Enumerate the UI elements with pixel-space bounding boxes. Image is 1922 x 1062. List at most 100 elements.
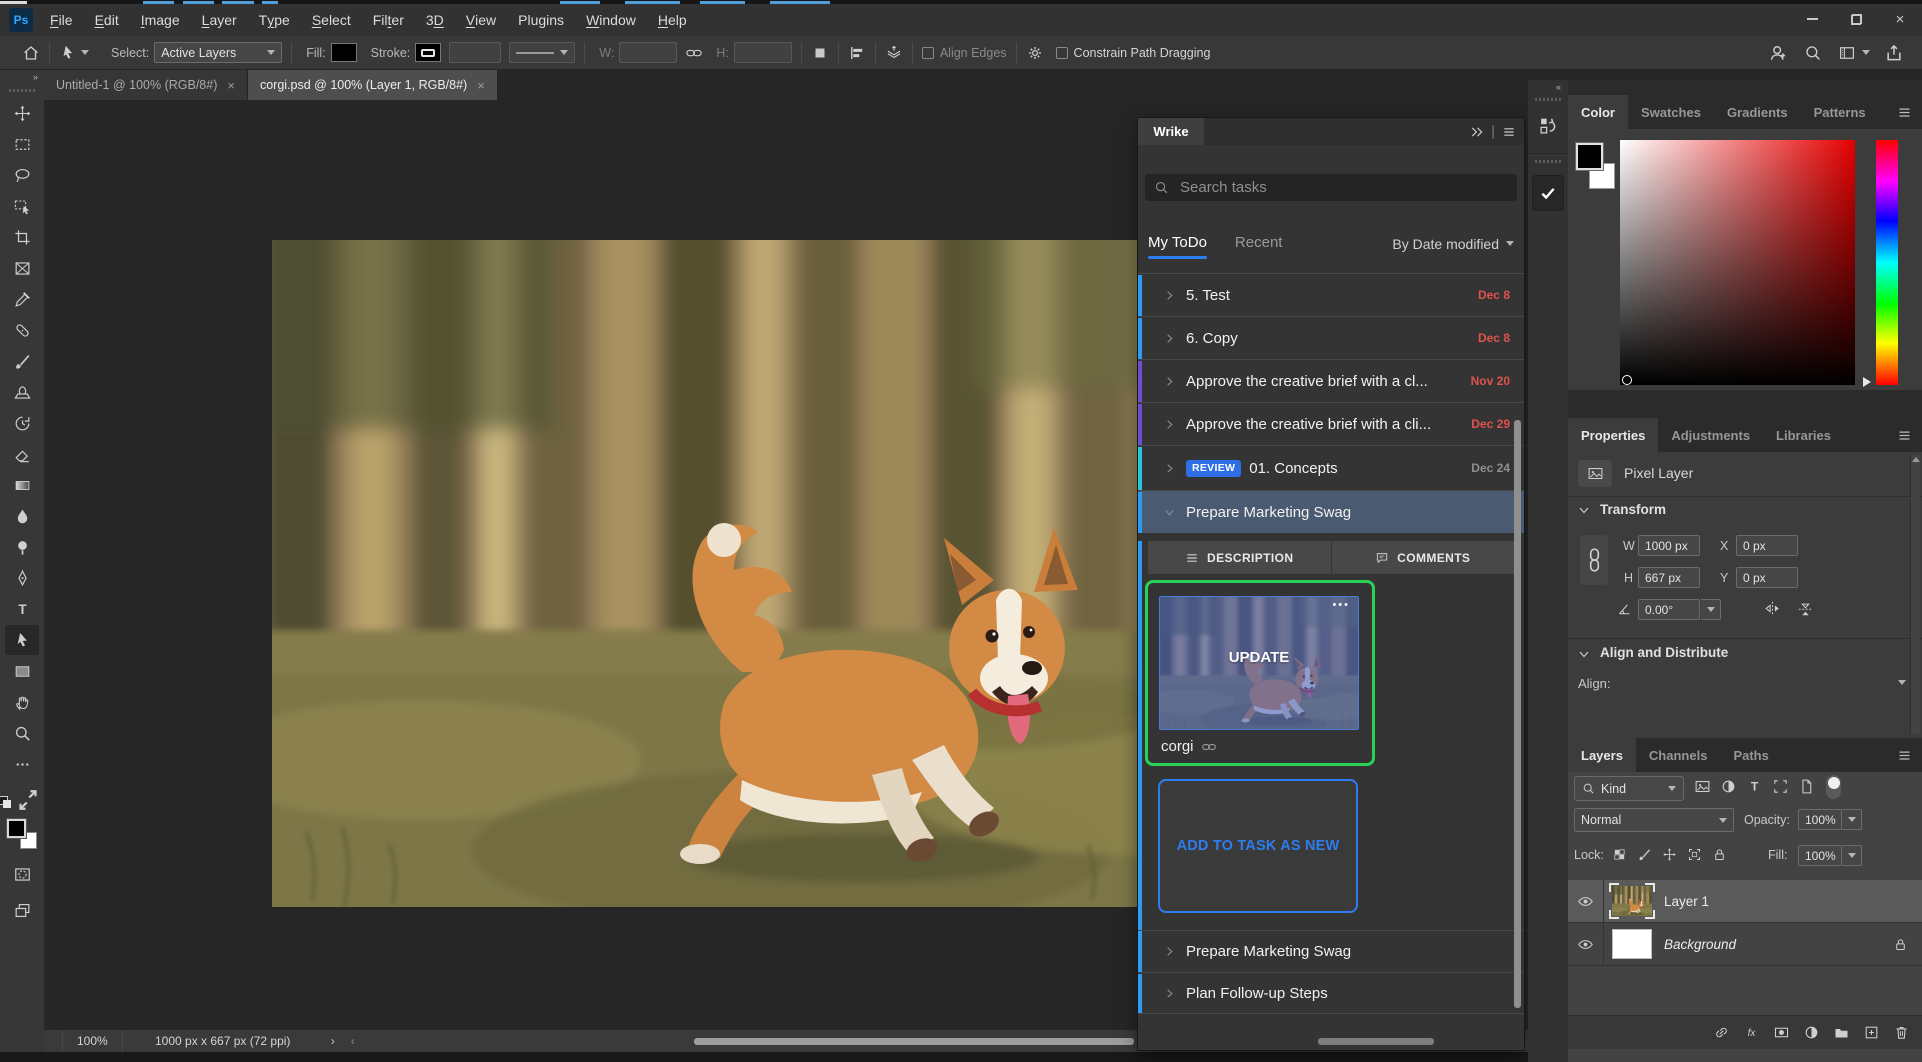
chevron-right-icon[interactable]: [1164, 376, 1175, 387]
type-filter-icon[interactable]: [1746, 778, 1763, 795]
default-colors-icon[interactable]: [0, 785, 45, 815]
attachment-name-row[interactable]: corgi: [1161, 738, 1217, 755]
foreground-color-swatch[interactable]: [1575, 142, 1604, 171]
task-row-selected[interactable]: Prepare Marketing Swag: [1138, 490, 1524, 533]
stroke-type-dropdown[interactable]: [509, 42, 576, 63]
menu-image[interactable]: Image: [130, 4, 191, 36]
home-icon[interactable]: [22, 44, 40, 62]
height-field[interactable]: 667 px: [1638, 567, 1700, 588]
blend-mode-dropdown[interactable]: Normal: [1574, 808, 1734, 832]
align-edges-checkbox[interactable]: Align Edges: [921, 46, 1007, 60]
zoom-level-field[interactable]: 100%: [62, 1030, 123, 1052]
tab-description[interactable]: DESCRIPTION: [1148, 541, 1332, 574]
horizontal-scrollbar[interactable]: [694, 1038, 1134, 1045]
layer-thumbnail[interactable]: [1612, 883, 1652, 919]
document-tab-corgi[interactable]: corgi.psd @ 100% (Layer 1, RGB/8#) ×: [247, 70, 498, 100]
group-folder-button-icon[interactable]: [1833, 1024, 1850, 1041]
tool-preset-chevron-icon[interactable]: [81, 50, 89, 55]
menu-type[interactable]: Ty pe: [248, 4, 301, 36]
rectangle-tool[interactable]: [5, 656, 39, 686]
chevron-down-icon[interactable]: [1578, 648, 1590, 660]
share-export-icon[interactable]: [1884, 43, 1904, 63]
constrain-path-dragging-checkbox[interactable]: Constrain Path Dragging: [1055, 46, 1210, 60]
brush-lock-icon[interactable]: [1637, 847, 1652, 862]
tab-patterns[interactable]: Patterns: [1801, 95, 1879, 129]
task-row[interactable]: 6. Copy Dec 8: [1138, 316, 1524, 359]
tab-layers[interactable]: Layers: [1568, 738, 1636, 772]
toolbar-grip[interactable]: [9, 89, 35, 92]
frame-tool[interactable]: [5, 253, 39, 283]
status-next-icon[interactable]: ›: [323, 1030, 343, 1052]
layer-row-selected[interactable]: Layer 1: [1568, 880, 1922, 923]
y-field[interactable]: 0 px: [1736, 567, 1798, 588]
opacity-field[interactable]: 100%: [1798, 809, 1862, 831]
panel-menu-icon[interactable]: [1897, 428, 1912, 443]
wrike-horizontal-scrollbar[interactable]: [1318, 1038, 1434, 1045]
hue-slider-handle[interactable]: [1863, 377, 1871, 387]
rectangular-marquee-tool[interactable]: [5, 129, 39, 159]
frame-brackets-filter-icon[interactable]: [1772, 778, 1789, 795]
more-tools-tool[interactable]: [5, 749, 39, 779]
fx-button-icon[interactable]: [1743, 1024, 1760, 1041]
crop-tool[interactable]: [5, 222, 39, 252]
properties-scrollbar[interactable]: [1910, 455, 1920, 734]
filter-toggle-switch[interactable]: [1826, 775, 1841, 799]
menu-view[interactable]: View: [455, 4, 507, 36]
gear-icon[interactable]: [1026, 44, 1044, 62]
more-options-icon[interactable]: •••: [1332, 599, 1350, 611]
zoom-tool[interactable]: [5, 718, 39, 748]
search-icon[interactable]: [1804, 44, 1822, 62]
close-tab-icon[interactable]: ×: [227, 78, 235, 93]
wrike-panel-tab[interactable]: Wrike: [1138, 118, 1204, 145]
plugin-history-icon[interactable]: [1537, 107, 1559, 145]
height-field[interactable]: [733, 42, 792, 63]
visibility-eye-icon[interactable]: [1568, 880, 1604, 922]
minimize-button[interactable]: [1790, 4, 1834, 34]
stroke-width-field[interactable]: [449, 42, 502, 63]
smart-object-filter-icon[interactable]: [1798, 778, 1815, 795]
task-row[interactable]: Prepare Marketing Swag: [1138, 930, 1524, 972]
layer-mask-button-icon[interactable]: [1773, 1024, 1790, 1041]
image-filter-icon[interactable]: [1694, 778, 1711, 795]
chevron-right-icon[interactable]: [1164, 463, 1175, 474]
width-field[interactable]: [619, 42, 678, 63]
x-field[interactable]: 0 px: [1736, 535, 1798, 556]
corgi-document-image[interactable]: [272, 240, 1272, 907]
current-tool-icon[interactable]: [59, 44, 77, 62]
layer-thumbnail[interactable]: [1612, 929, 1652, 959]
flip-vertical-icon[interactable]: [1796, 599, 1815, 618]
tab-comments[interactable]: COMMENTS: [1332, 541, 1515, 574]
dock-grip[interactable]: [1535, 98, 1561, 101]
visibility-eye-icon[interactable]: [1568, 923, 1604, 965]
path-selection-tool[interactable]: [5, 625, 39, 655]
select-mode-dropdown[interactable]: Active Layers: [154, 42, 283, 63]
kind-filter-dropdown[interactable]: Kind: [1574, 776, 1684, 801]
dodge-tool[interactable]: [5, 532, 39, 562]
saturation-brightness-picker[interactable]: [1620, 140, 1855, 385]
constrain-proportions-icon[interactable]: [1580, 535, 1608, 585]
spot-healing-tool[interactable]: [5, 315, 39, 345]
brush-tool[interactable]: [5, 346, 39, 376]
type-tool[interactable]: [5, 594, 39, 624]
close-button[interactable]: ×: [1878, 4, 1922, 34]
lasso-tool[interactable]: [5, 160, 39, 190]
share-user-icon[interactable]: [1768, 43, 1788, 63]
move-lock-icon[interactable]: [1662, 847, 1677, 862]
menu-select[interactable]: Select: [301, 4, 362, 36]
chevron-down-icon[interactable]: [1898, 680, 1906, 685]
move-tool[interactable]: [5, 98, 39, 128]
tab-recent[interactable]: Recent: [1235, 234, 1283, 257]
chevron-down-icon[interactable]: [1164, 507, 1175, 518]
rotate-field[interactable]: 0.00°: [1638, 599, 1700, 620]
chevron-right-icon[interactable]: [1164, 946, 1175, 957]
chevron-right-icon[interactable]: [1164, 988, 1175, 999]
foreground-background-swatch[interactable]: [6, 818, 37, 849]
eraser-tool[interactable]: [5, 439, 39, 469]
tab-gradients[interactable]: Gradients: [1714, 95, 1801, 129]
object-selection-tool[interactable]: [5, 191, 39, 221]
task-row[interactable]: Plan Follow-up Steps: [1138, 972, 1524, 1014]
link-button-icon[interactable]: [1713, 1024, 1730, 1041]
wrike-vertical-scrollbar[interactable]: [1514, 420, 1521, 1008]
menu-window[interactable]: Window: [575, 4, 647, 36]
fill-field[interactable]: 100%: [1798, 845, 1862, 867]
